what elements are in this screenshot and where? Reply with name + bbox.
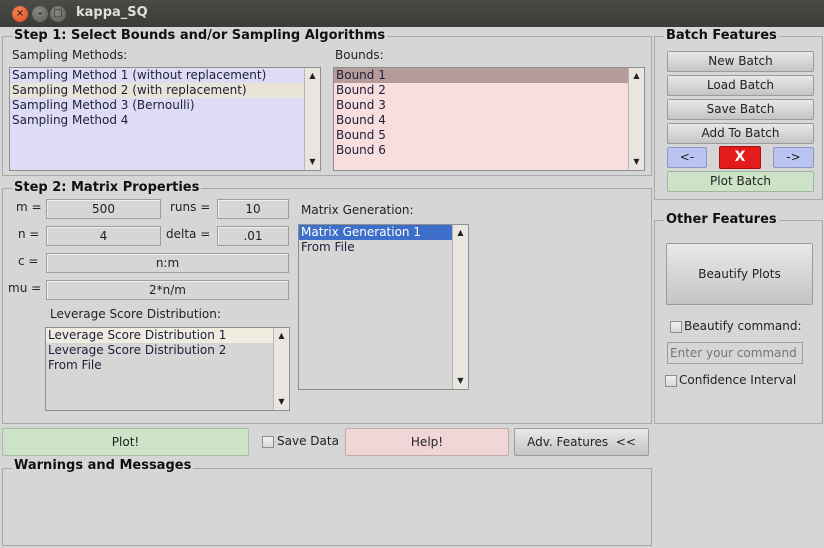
save-data-checkbox[interactable] bbox=[262, 436, 274, 448]
c-field[interactable]: n:m bbox=[46, 253, 289, 273]
scroll-down-icon[interactable]: ▼ bbox=[629, 155, 644, 169]
m-label: m = bbox=[16, 200, 42, 214]
delta-field[interactable]: .01 bbox=[217, 226, 289, 246]
load-batch-button[interactable]: Load Batch bbox=[667, 75, 814, 96]
matrix-generation-scrollbar[interactable]: ▲ ▼ bbox=[452, 225, 468, 389]
confidence-interval-label: Confidence Interval bbox=[679, 373, 797, 387]
leverage-item[interactable]: Leverage Score Distribution 2 bbox=[46, 343, 274, 358]
prev-batch-button[interactable]: <- bbox=[667, 147, 707, 168]
bound-item[interactable]: Bound 2 bbox=[334, 83, 629, 98]
sampling-method-item[interactable]: Sampling Method 1 (without replacement) bbox=[10, 68, 305, 83]
n-label: n = bbox=[18, 227, 40, 241]
sampling-methods-scrollbar[interactable]: ▲ ▼ bbox=[304, 68, 320, 170]
runs-field[interactable]: 10 bbox=[217, 199, 289, 219]
delta-label: delta = bbox=[166, 227, 211, 241]
bounds-label: Bounds: bbox=[335, 48, 384, 62]
mu-label: mu = bbox=[8, 281, 42, 295]
leverage-item[interactable]: From File bbox=[46, 358, 274, 373]
matrix-generation-label: Matrix Generation: bbox=[301, 203, 414, 217]
messages-area[interactable] bbox=[4, 471, 650, 544]
m-field[interactable]: 500 bbox=[46, 199, 161, 219]
matrix-generation-list[interactable]: Matrix Generation 1 From File ▲ ▼ bbox=[298, 224, 469, 390]
leverage-label: Leverage Score Distribution: bbox=[50, 307, 221, 321]
plot-button[interactable]: Plot! bbox=[2, 428, 249, 456]
bound-item[interactable]: Bound 6 bbox=[334, 143, 629, 158]
add-to-batch-button[interactable]: Add To Batch bbox=[667, 123, 814, 144]
beautify-command-input[interactable] bbox=[667, 342, 803, 364]
scroll-up-icon[interactable]: ▲ bbox=[453, 226, 468, 240]
c-label: c = bbox=[18, 254, 39, 268]
leverage-item[interactable]: Leverage Score Distribution 1 bbox=[46, 328, 274, 343]
leverage-scrollbar[interactable]: ▲ ▼ bbox=[273, 328, 289, 410]
new-batch-button[interactable]: New Batch bbox=[667, 51, 814, 72]
maximize-window-icon[interactable]: □ bbox=[50, 6, 66, 22]
matrix-generation-item[interactable]: From File bbox=[299, 240, 453, 255]
save-batch-button[interactable]: Save Batch bbox=[667, 99, 814, 120]
runs-label: runs = bbox=[170, 200, 211, 214]
help-button[interactable]: Help! bbox=[345, 428, 509, 456]
mu-field[interactable]: 2*n/m bbox=[46, 280, 289, 300]
scroll-up-icon[interactable]: ▲ bbox=[305, 69, 320, 83]
bounds-list[interactable]: Bound 1 Bound 2 Bound 3 Bound 4 Bound 5 … bbox=[333, 67, 645, 171]
adv-features-button[interactable]: Adv. Features << bbox=[514, 428, 649, 456]
batch-title: Batch Features bbox=[664, 28, 779, 43]
scroll-up-icon[interactable]: ▲ bbox=[274, 329, 289, 343]
plot-batch-button[interactable]: Plot Batch bbox=[667, 171, 814, 192]
sampling-methods-label: Sampling Methods: bbox=[12, 48, 128, 62]
beautify-plots-button[interactable]: Beautify Plots bbox=[666, 243, 813, 305]
title-bar: × – □ kappa_SQ bbox=[0, 0, 824, 27]
confidence-interval-checkbox[interactable] bbox=[665, 375, 677, 387]
sampling-method-item[interactable]: Sampling Method 4 bbox=[10, 113, 305, 128]
close-window-icon[interactable]: × bbox=[12, 6, 28, 22]
scroll-down-icon[interactable]: ▼ bbox=[453, 374, 468, 388]
scroll-down-icon[interactable]: ▼ bbox=[274, 395, 289, 409]
bound-item[interactable]: Bound 4 bbox=[334, 113, 629, 128]
step2-title: Step 2: Matrix Properties bbox=[12, 180, 202, 195]
other-title: Other Features bbox=[664, 212, 779, 227]
delete-batch-button[interactable]: X bbox=[719, 146, 761, 169]
window-title: kappa_SQ bbox=[76, 5, 148, 20]
matrix-generation-item[interactable]: Matrix Generation 1 bbox=[299, 225, 453, 240]
bound-item[interactable]: Bound 5 bbox=[334, 128, 629, 143]
next-batch-button[interactable]: -> bbox=[773, 147, 814, 168]
n-field[interactable]: 4 bbox=[46, 226, 161, 246]
scroll-down-icon[interactable]: ▼ bbox=[305, 155, 320, 169]
bound-item[interactable]: Bound 1 bbox=[334, 68, 629, 83]
scroll-up-icon[interactable]: ▲ bbox=[629, 69, 644, 83]
leverage-list[interactable]: Leverage Score Distribution 1 Leverage S… bbox=[45, 327, 290, 411]
sampling-methods-list[interactable]: Sampling Method 1 (without replacement) … bbox=[9, 67, 321, 171]
bounds-scrollbar[interactable]: ▲ ▼ bbox=[628, 68, 644, 170]
bound-item[interactable]: Bound 3 bbox=[334, 98, 629, 113]
beautify-command-checkbox[interactable] bbox=[670, 321, 682, 333]
save-data-label: Save Data bbox=[277, 434, 339, 448]
beautify-command-label: Beautify command: bbox=[684, 319, 802, 333]
sampling-method-item[interactable]: Sampling Method 3 (Bernoulli) bbox=[10, 98, 305, 113]
minimize-window-icon[interactable]: – bbox=[32, 6, 48, 22]
sampling-method-item[interactable]: Sampling Method 2 (with replacement) bbox=[10, 83, 305, 98]
step1-title: Step 1: Select Bounds and/or Sampling Al… bbox=[12, 28, 388, 43]
